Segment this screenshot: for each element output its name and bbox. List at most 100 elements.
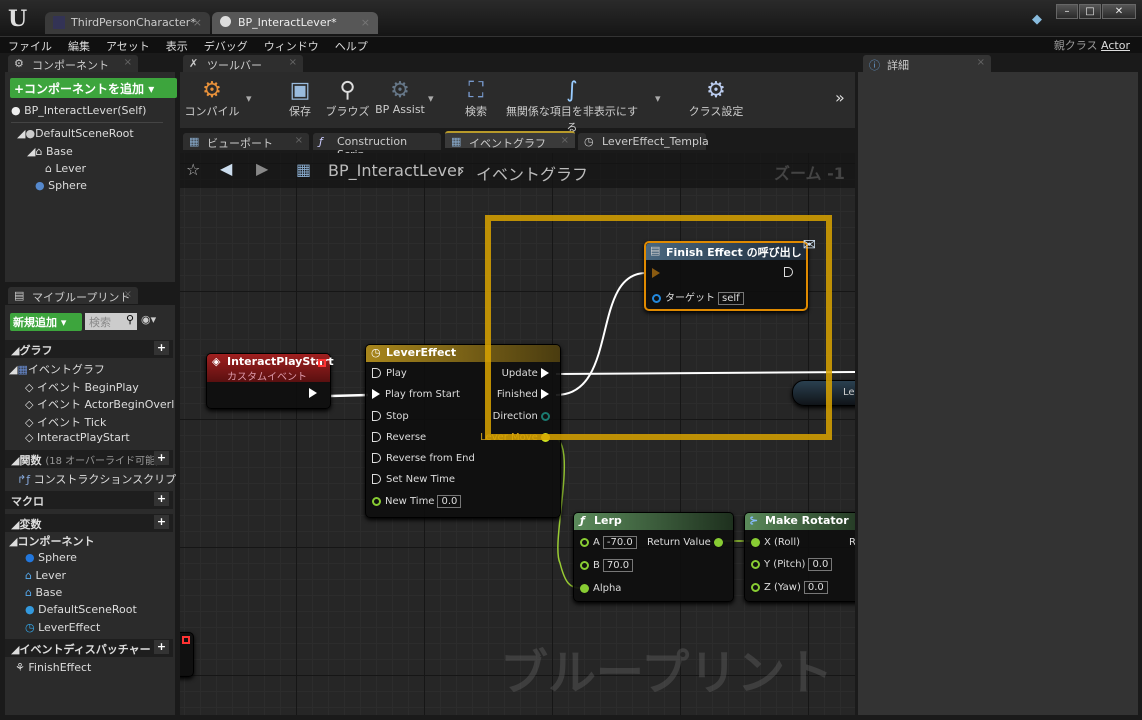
event-graph-canvas[interactable]: ブループリント ☆ ◀ ▶ ▦ BP_InteractLever › イベントグ… xyxy=(180,153,855,715)
dispatcher-item[interactable]: ⚘ FinishEffect xyxy=(15,661,91,674)
tree-item-lever[interactable]: ⌂ Lever xyxy=(45,162,86,175)
browse-button[interactable]: ⚲ ブラウズ xyxy=(325,78,370,119)
save-button[interactable]: ▣ 保存 xyxy=(280,78,320,119)
lerp-node[interactable]: ƒ Lerp A -70.0 B 70.0 Alpha Return Value xyxy=(573,512,734,602)
menu-file[interactable]: ファイル xyxy=(0,37,60,53)
close-icon[interactable]: × xyxy=(295,135,303,146)
close-icon[interactable]: × xyxy=(124,289,132,300)
pin-y-pitch[interactable]: Y (Pitch) 0.0 xyxy=(751,558,833,571)
bp-assist-dropdown[interactable]: ▾ xyxy=(428,92,434,105)
menu-view[interactable]: 表示 xyxy=(158,37,196,53)
section-graphs[interactable]: ◢グラフ + xyxy=(5,340,173,358)
variable-item[interactable]: ⌂ Base xyxy=(25,586,62,599)
menu-edit[interactable]: 編集 xyxy=(60,37,98,53)
pin-x-roll[interactable]: X (Roll) xyxy=(751,537,800,548)
close-button[interactable]: ✕ xyxy=(1102,4,1136,19)
pin-a[interactable]: A -70.0 xyxy=(580,536,637,549)
pin-z-yaw[interactable]: Z (Yaw) 0.0 xyxy=(751,581,828,594)
event-graph-item[interactable]: ◢▦イベントグラフ xyxy=(9,361,105,377)
add-variable-button[interactable]: + xyxy=(154,515,169,529)
add-dispatcher-button[interactable]: + xyxy=(154,640,169,654)
window-tab-thirdperson[interactable]: ThirdPersonCharacter* × xyxy=(45,12,210,34)
pin-play[interactable]: Play xyxy=(372,368,407,379)
a-input[interactable]: -70.0 xyxy=(602,536,637,549)
section-functions[interactable]: ◢関数 (18 オーバーライド可能) + xyxy=(5,450,173,468)
compile-options-dropdown[interactable]: ▾ xyxy=(246,92,252,105)
variable-item[interactable]: ● Sphere xyxy=(25,551,77,564)
close-icon[interactable]: × xyxy=(977,57,985,68)
favorite-star-icon[interactable]: ☆ xyxy=(186,160,200,179)
pin-alpha[interactable]: Alpha xyxy=(580,583,621,594)
new-time-input[interactable]: 0.0 xyxy=(437,495,462,508)
parent-class-link[interactable]: Actor xyxy=(1101,39,1130,52)
minimize-button[interactable]: – xyxy=(1056,4,1078,19)
close-icon[interactable]: × xyxy=(193,16,202,29)
delegate-pin[interactable] xyxy=(182,636,190,644)
z-input[interactable]: 0.0 xyxy=(803,581,828,594)
breadcrumb-blueprint[interactable]: BP_InteractLever xyxy=(328,161,463,180)
view-options-eye-icon[interactable]: ◉▾ xyxy=(141,313,156,326)
pin-reverse[interactable]: Reverse xyxy=(372,432,426,443)
pin-play-from-start[interactable]: Play from Start xyxy=(372,389,460,400)
custom-event-node[interactable]: ◈ InteractPlayStart カスタムイベント xyxy=(206,353,334,409)
tab-construction-script[interactable]: ƒConstruction Scrip xyxy=(313,133,441,161)
variable-group[interactable]: ◢コンポーネント xyxy=(9,533,94,549)
variable-item[interactable]: ● DefaultSceneRoot xyxy=(25,603,137,616)
exec-out-pin[interactable] xyxy=(309,388,322,399)
menu-debug[interactable]: デバッグ xyxy=(196,37,256,53)
tab-timeline[interactable]: ◷ LeverEffect_Templa xyxy=(578,133,709,150)
pin-stop[interactable]: Stop xyxy=(372,411,409,422)
tab-viewport[interactable]: ▦ ビューポート × xyxy=(183,133,309,150)
close-icon[interactable]: × xyxy=(361,16,370,29)
tree-item-defaultsceneroot[interactable]: ◢●DefaultSceneRoot xyxy=(17,127,134,140)
hide-unrelated-dropdown[interactable]: ▾ xyxy=(655,92,661,105)
compile-button[interactable]: ⚙ コンパイル xyxy=(184,78,240,119)
y-input[interactable]: 0.0 xyxy=(808,558,833,571)
back-arrow-icon[interactable]: ◀ xyxy=(220,159,232,178)
more-tools-button[interactable]: » xyxy=(835,88,845,107)
add-component-button[interactable]: +コンポーネントを追加 ▾ xyxy=(10,78,177,98)
pin-new-time[interactable]: New Time 0.0 xyxy=(372,495,462,508)
delegate-pin[interactable] xyxy=(318,359,326,367)
tab-components[interactable]: ⚙ コンポーネント × xyxy=(8,55,138,72)
function-item[interactable]: ↱ƒ コンストラクションスクリプ xyxy=(17,471,176,487)
tab-event-graph[interactable]: ▦ イベントグラフ × xyxy=(445,131,575,150)
pin-return-value[interactable]: Return Value xyxy=(647,537,727,548)
pin-set-new-time[interactable]: Set New Time xyxy=(372,474,455,485)
add-graph-button[interactable]: + xyxy=(154,341,169,355)
window-tab-bp-interactlever[interactable]: BP_InteractLever* × xyxy=(212,12,378,34)
section-dispatchers[interactable]: ◢イベントディスパッチャー + xyxy=(5,639,173,657)
breadcrumb-graph[interactable]: イベントグラフ xyxy=(476,161,588,185)
maximize-button[interactable]: □ xyxy=(1079,4,1101,19)
bp-assist-button[interactable]: ⚙ BP Assist xyxy=(374,78,426,116)
add-macro-button[interactable]: + xyxy=(154,492,169,506)
b-input[interactable]: 70.0 xyxy=(602,559,634,572)
tab-my-blueprint[interactable]: ▤ マイブループリント × xyxy=(8,287,138,304)
variable-item[interactable]: ◷ LeverEffect xyxy=(25,621,100,634)
make-rotator-node[interactable]: ⊱ Make Rotator X (Roll) Y (Pitch) 0.0 Z (Y… xyxy=(744,512,855,602)
event-item[interactable]: ◇ イベント Tick xyxy=(25,414,106,430)
event-item[interactable]: ◇ イベント BeginPlay xyxy=(25,379,139,395)
add-function-button[interactable]: + xyxy=(154,451,169,465)
find-button[interactable]: ⛶ 検索 xyxy=(454,78,498,119)
close-icon[interactable]: × xyxy=(561,135,569,146)
menu-help[interactable]: ヘルプ xyxy=(327,37,376,53)
event-item[interactable]: ◇ イベント ActorBeginOverl xyxy=(25,396,174,412)
forward-arrow-icon[interactable]: ▶ xyxy=(256,159,268,178)
tab-toolbar[interactable]: ✗ ツールバー × xyxy=(183,55,303,72)
search-input[interactable]: 検索 ⚲ xyxy=(85,313,137,330)
pin-b[interactable]: B 70.0 xyxy=(580,559,634,572)
close-icon[interactable]: × xyxy=(124,57,132,68)
add-new-button[interactable]: 新規追加 ▾ xyxy=(10,313,82,331)
tree-item-sphere[interactable]: ● Sphere xyxy=(35,179,87,192)
variable-item[interactable]: ⌂ Lever xyxy=(25,569,66,582)
pin-reverse-from-end[interactable]: Reverse from End xyxy=(372,453,475,464)
close-icon[interactable]: × xyxy=(289,57,297,68)
tab-details[interactable]: ⓘ 詳細 × xyxy=(863,55,991,72)
section-macros[interactable]: マクロ + xyxy=(5,491,173,509)
class-settings-button[interactable]: ⚙ クラス設定 xyxy=(686,78,746,119)
learn-icon[interactable]: ◆ xyxy=(1032,12,1042,27)
tree-item-base[interactable]: ◢⌂ Base xyxy=(27,145,73,158)
menu-window[interactable]: ウィンドウ xyxy=(256,37,327,53)
hide-unrelated-button[interactable]: ∫ 無関係な項目を非表示にする xyxy=(502,78,642,135)
